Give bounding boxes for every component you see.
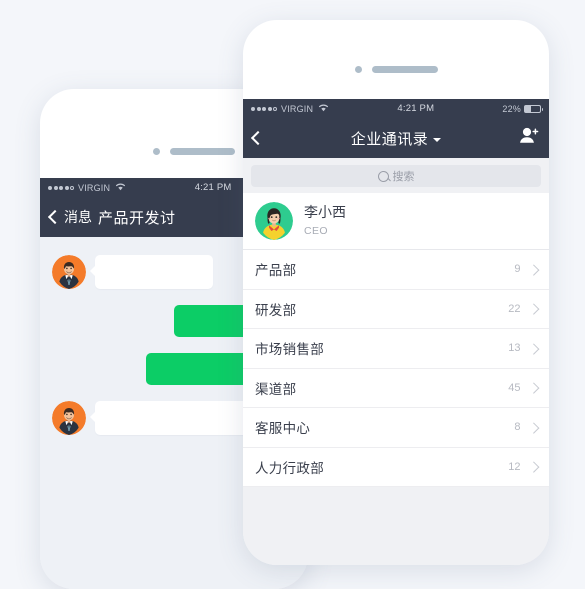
department-name: 客服中心 bbox=[255, 421, 311, 437]
chevron-right-icon bbox=[527, 382, 539, 394]
chevron-left-icon bbox=[250, 130, 266, 146]
chevron-right-icon bbox=[527, 342, 539, 354]
list-item[interactable]: 人力行政部 12 bbox=[243, 447, 549, 487]
nav-bar-contacts: 企业通讯录 bbox=[243, 118, 549, 158]
speaker-grille-icon bbox=[170, 148, 235, 155]
wifi-icon bbox=[115, 182, 126, 193]
search-icon bbox=[377, 170, 389, 182]
status-bar-contacts: VIRGIN 4:21 PM 22% bbox=[243, 99, 549, 118]
department-count: 8 bbox=[514, 421, 521, 434]
chevron-left-icon bbox=[47, 209, 63, 225]
chevron-right-icon bbox=[527, 303, 539, 315]
profile-role: CEO bbox=[304, 224, 328, 237]
department-name: 市场销售部 bbox=[255, 342, 324, 358]
battery-percent-label: 22% bbox=[502, 103, 521, 114]
list-item-meta: 13 bbox=[508, 342, 539, 355]
chat-title: 产品开发讨 bbox=[98, 209, 176, 227]
list-item[interactable]: 渠道部 45 bbox=[243, 368, 549, 408]
add-contact-icon bbox=[519, 127, 539, 149]
department-name: 研发部 bbox=[255, 302, 297, 318]
status-right-contacts: 22% bbox=[502, 103, 543, 114]
list-item[interactable]: 市场销售部 13 bbox=[243, 329, 549, 369]
list-empty-space bbox=[243, 487, 549, 565]
department-count: 12 bbox=[508, 460, 521, 473]
profile-row[interactable]: 李小西 CEO bbox=[243, 193, 549, 250]
scene: VIRGIN 4:21 PM 消息 产品开发讨 VIRGIN 4:21 PM 2… bbox=[0, 0, 585, 589]
avatar-female-icon[interactable] bbox=[255, 202, 293, 240]
department-count: 45 bbox=[508, 381, 521, 394]
list-item-meta: 8 bbox=[514, 421, 539, 434]
department-name: 渠道部 bbox=[255, 381, 297, 397]
search-placeholder: 搜索 bbox=[392, 171, 415, 183]
wifi-icon bbox=[318, 103, 329, 114]
department-name: 人力行政部 bbox=[255, 460, 324, 476]
department-name: 产品部 bbox=[255, 263, 297, 279]
camera-icon bbox=[355, 66, 362, 73]
list-item-meta: 9 bbox=[514, 263, 539, 276]
list-item[interactable]: 研发部 22 bbox=[243, 289, 549, 329]
carrier-label: VIRGIN bbox=[281, 103, 314, 114]
back-button-label: 消息 bbox=[64, 209, 92, 225]
search-bar-wrap: 搜索 bbox=[243, 158, 549, 193]
list-item-meta: 22 bbox=[508, 302, 539, 315]
list-item-meta: 45 bbox=[508, 381, 539, 394]
page-title-label: 企业通讯录 bbox=[350, 130, 429, 148]
contacts-body: 搜索 李小西 CEO 产品部 9 研发部 22 市场销售部 13 渠道部 45 … bbox=[243, 158, 549, 565]
carrier-label: VIRGIN bbox=[78, 182, 111, 193]
message-bubble-incoming[interactable] bbox=[90, 255, 213, 289]
add-contact-button[interactable] bbox=[519, 127, 539, 149]
back-button[interactable]: 消息 bbox=[47, 207, 92, 227]
profile-name: 李小西 bbox=[304, 204, 346, 221]
list-item[interactable]: 产品部 9 bbox=[243, 250, 549, 290]
status-left-chat: VIRGIN bbox=[48, 182, 126, 193]
contacts-phone: VIRGIN 4:21 PM 22% 企业通讯录 搜索 李小西 CEO 产品部 … bbox=[243, 20, 549, 565]
battery-icon bbox=[524, 104, 543, 113]
chevron-right-icon bbox=[527, 263, 539, 275]
chevron-down-icon bbox=[433, 137, 442, 142]
status-left-contacts: VIRGIN bbox=[251, 103, 329, 114]
chevron-right-icon bbox=[527, 421, 539, 433]
avatar-male-icon[interactable] bbox=[52, 255, 86, 289]
message-bubble-incoming[interactable] bbox=[90, 401, 250, 435]
department-count: 22 bbox=[508, 302, 521, 315]
department-count: 9 bbox=[514, 263, 521, 276]
profile-texts: 李小西 CEO bbox=[304, 204, 346, 238]
list-item-meta: 12 bbox=[508, 460, 539, 473]
department-list: 产品部 9 研发部 22 市场销售部 13 渠道部 45 客服中心 8 人力行政… bbox=[243, 250, 549, 487]
clock-label: 4:21 PM bbox=[397, 103, 435, 114]
list-item[interactable]: 客服中心 8 bbox=[243, 408, 549, 448]
avatar-male-icon[interactable] bbox=[52, 401, 86, 435]
signal-icon bbox=[48, 185, 74, 190]
signal-icon bbox=[251, 106, 277, 111]
page-title[interactable]: 企业通讯录 bbox=[243, 128, 549, 149]
speaker-grille-icon bbox=[372, 66, 438, 73]
search-input[interactable]: 搜索 bbox=[251, 165, 541, 187]
camera-icon bbox=[153, 148, 160, 155]
department-count: 13 bbox=[508, 342, 521, 355]
chevron-right-icon bbox=[527, 461, 539, 473]
contacts-screen: VIRGIN 4:21 PM 22% 企业通讯录 搜索 李小西 CEO 产品部 … bbox=[243, 99, 549, 565]
back-button[interactable] bbox=[250, 130, 266, 146]
